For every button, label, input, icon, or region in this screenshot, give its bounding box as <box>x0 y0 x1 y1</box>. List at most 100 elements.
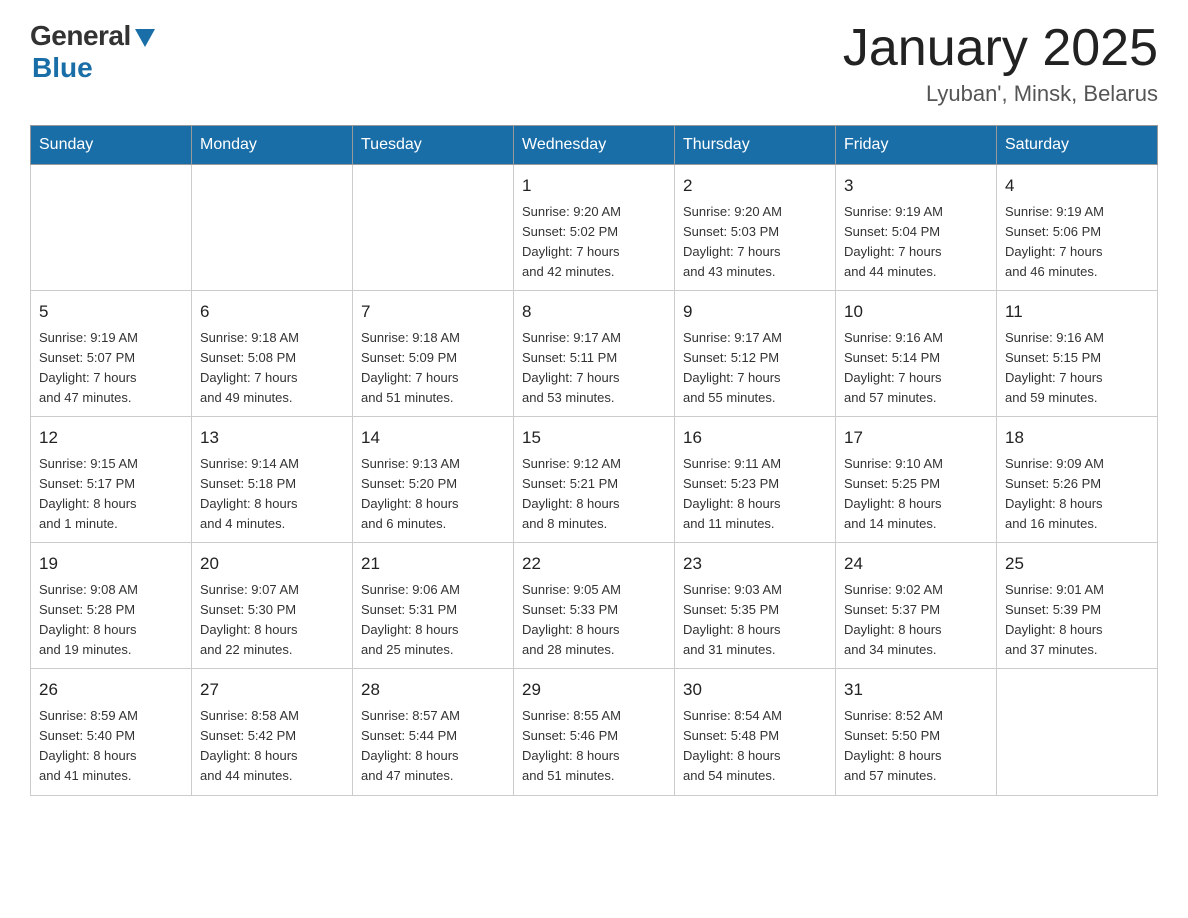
day-number: 7 <box>361 299 505 325</box>
day-info: Sunrise: 9:05 AMSunset: 5:33 PMDaylight:… <box>522 580 666 661</box>
day-number: 15 <box>522 425 666 451</box>
day-number: 14 <box>361 425 505 451</box>
day-info: Sunrise: 9:16 AMSunset: 5:14 PMDaylight:… <box>844 328 988 409</box>
day-number: 13 <box>200 425 344 451</box>
day-number: 21 <box>361 551 505 577</box>
day-info: Sunrise: 9:17 AMSunset: 5:12 PMDaylight:… <box>683 328 827 409</box>
calendar-cell <box>192 165 353 291</box>
day-info: Sunrise: 9:01 AMSunset: 5:39 PMDaylight:… <box>1005 580 1149 661</box>
day-info: Sunrise: 9:06 AMSunset: 5:31 PMDaylight:… <box>361 580 505 661</box>
day-info: Sunrise: 9:08 AMSunset: 5:28 PMDaylight:… <box>39 580 183 661</box>
calendar-cell: 28Sunrise: 8:57 AMSunset: 5:44 PMDayligh… <box>353 669 514 795</box>
day-number: 24 <box>844 551 988 577</box>
calendar-cell: 29Sunrise: 8:55 AMSunset: 5:46 PMDayligh… <box>514 669 675 795</box>
calendar-cell: 27Sunrise: 8:58 AMSunset: 5:42 PMDayligh… <box>192 669 353 795</box>
day-number: 22 <box>522 551 666 577</box>
day-number: 6 <box>200 299 344 325</box>
location-title: Lyuban', Minsk, Belarus <box>843 81 1158 107</box>
logo-triangle-icon <box>135 29 155 47</box>
weekday-header-wednesday: Wednesday <box>514 126 675 165</box>
logo-blue-text: Blue <box>32 52 93 84</box>
day-number: 23 <box>683 551 827 577</box>
day-info: Sunrise: 9:18 AMSunset: 5:08 PMDaylight:… <box>200 328 344 409</box>
day-info: Sunrise: 9:17 AMSunset: 5:11 PMDaylight:… <box>522 328 666 409</box>
day-number: 30 <box>683 677 827 703</box>
week-row-4: 19 Sunrise: 9:08 AMSunset: 5:28 PMDayligh… <box>31 543 1158 669</box>
calendar-cell: 11 Sunrise: 9:16 AMSunset: 5:15 PMDayligh… <box>997 291 1158 417</box>
day-info: Sunrise: 9:13 AMSunset: 5:20 PMDaylight:… <box>361 454 505 535</box>
day-info: Sunrise: 9:14 AMSunset: 5:18 PMDaylight:… <box>200 454 344 535</box>
calendar-cell: 30 Sunrise: 8:54 AMSunset: 5:48 PMDayligh… <box>675 669 836 795</box>
weekday-header-row: SundayMondayTuesdayWednesdayThursdayFrid… <box>31 126 1158 165</box>
week-row-5: 26 Sunrise: 8:59 AMSunset: 5:40 PMDayligh… <box>31 669 1158 795</box>
day-number: 5 <box>39 299 183 325</box>
calendar-cell <box>31 165 192 291</box>
day-info: Sunrise: 9:11 AMSunset: 5:23 PMDaylight:… <box>683 454 827 535</box>
calendar-cell: 10 Sunrise: 9:16 AMSunset: 5:14 PMDayligh… <box>836 291 997 417</box>
day-number: 27 <box>200 677 344 703</box>
calendar-cell: 4Sunrise: 9:19 AMSunset: 5:06 PMDaylight… <box>997 165 1158 291</box>
week-row-2: 5Sunrise: 9:19 AMSunset: 5:07 PMDaylight… <box>31 291 1158 417</box>
day-info: Sunrise: 9:18 AMSunset: 5:09 PMDaylight:… <box>361 328 505 409</box>
calendar-cell: 3Sunrise: 9:19 AMSunset: 5:04 PMDaylight… <box>836 165 997 291</box>
day-number: 16 <box>683 425 827 451</box>
day-number: 17 <box>844 425 988 451</box>
day-info: Sunrise: 8:55 AMSunset: 5:46 PMDaylight:… <box>522 706 666 787</box>
day-number: 11 <box>1005 299 1149 325</box>
calendar-cell: 5Sunrise: 9:19 AMSunset: 5:07 PMDaylight… <box>31 291 192 417</box>
day-info: Sunrise: 9:03 AMSunset: 5:35 PMDaylight:… <box>683 580 827 661</box>
calendar-cell: 6 Sunrise: 9:18 AMSunset: 5:08 PMDaylight… <box>192 291 353 417</box>
day-number: 12 <box>39 425 183 451</box>
calendar-cell: 16 Sunrise: 9:11 AMSunset: 5:23 PMDayligh… <box>675 417 836 543</box>
day-number: 31 <box>844 677 988 703</box>
calendar-cell: 26 Sunrise: 8:59 AMSunset: 5:40 PMDayligh… <box>31 669 192 795</box>
calendar-cell: 14 Sunrise: 9:13 AMSunset: 5:20 PMDayligh… <box>353 417 514 543</box>
calendar-cell: 18 Sunrise: 9:09 AMSunset: 5:26 PMDayligh… <box>997 417 1158 543</box>
day-info: Sunrise: 8:59 AMSunset: 5:40 PMDaylight:… <box>39 706 183 787</box>
calendar-cell: 9 Sunrise: 9:17 AMSunset: 5:12 PMDaylight… <box>675 291 836 417</box>
day-number: 19 <box>39 551 183 577</box>
calendar-cell: 7 Sunrise: 9:18 AMSunset: 5:09 PMDaylight… <box>353 291 514 417</box>
day-info: Sunrise: 9:12 AMSunset: 5:21 PMDaylight:… <box>522 454 666 535</box>
day-number: 18 <box>1005 425 1149 451</box>
weekday-header-tuesday: Tuesday <box>353 126 514 165</box>
day-number: 9 <box>683 299 827 325</box>
day-info: Sunrise: 9:19 AMSunset: 5:04 PMDaylight:… <box>844 202 988 283</box>
week-row-3: 12 Sunrise: 9:15 AMSunset: 5:17 PMDayligh… <box>31 417 1158 543</box>
weekday-header-saturday: Saturday <box>997 126 1158 165</box>
day-number: 25 <box>1005 551 1149 577</box>
calendar-cell <box>997 669 1158 795</box>
calendar-cell: 21 Sunrise: 9:06 AMSunset: 5:31 PMDayligh… <box>353 543 514 669</box>
day-info: Sunrise: 9:09 AMSunset: 5:26 PMDaylight:… <box>1005 454 1149 535</box>
calendar-cell: 22 Sunrise: 9:05 AMSunset: 5:33 PMDayligh… <box>514 543 675 669</box>
day-info: Sunrise: 8:54 AMSunset: 5:48 PMDaylight:… <box>683 706 827 787</box>
page-header: General Blue January 2025 Lyuban', Minsk… <box>30 20 1158 107</box>
day-info: Sunrise: 9:02 AMSunset: 5:37 PMDaylight:… <box>844 580 988 661</box>
calendar-cell: 17 Sunrise: 9:10 AMSunset: 5:25 PMDayligh… <box>836 417 997 543</box>
day-number: 8 <box>522 299 666 325</box>
calendar-cell: 23 Sunrise: 9:03 AMSunset: 5:35 PMDayligh… <box>675 543 836 669</box>
day-info: Sunrise: 9:10 AMSunset: 5:25 PMDaylight:… <box>844 454 988 535</box>
calendar-table: SundayMondayTuesdayWednesdayThursdayFrid… <box>30 125 1158 795</box>
month-title: January 2025 <box>843 20 1158 77</box>
day-info: Sunrise: 8:57 AMSunset: 5:44 PMDaylight:… <box>361 706 505 787</box>
day-info: Sunrise: 9:15 AMSunset: 5:17 PMDaylight:… <box>39 454 183 535</box>
calendar-cell: 19 Sunrise: 9:08 AMSunset: 5:28 PMDayligh… <box>31 543 192 669</box>
calendar-cell: 8 Sunrise: 9:17 AMSunset: 5:11 PMDaylight… <box>514 291 675 417</box>
day-info: Sunrise: 9:20 AMSunset: 5:02 PMDaylight:… <box>522 202 666 283</box>
calendar-cell: 24 Sunrise: 9:02 AMSunset: 5:37 PMDayligh… <box>836 543 997 669</box>
calendar-cell <box>353 165 514 291</box>
weekday-header-friday: Friday <box>836 126 997 165</box>
calendar-cell: 13 Sunrise: 9:14 AMSunset: 5:18 PMDayligh… <box>192 417 353 543</box>
calendar-cell: 1Sunrise: 9:20 AMSunset: 5:02 PMDaylight… <box>514 165 675 291</box>
logo-general-text: General <box>30 20 131 52</box>
day-number: 10 <box>844 299 988 325</box>
day-info: Sunrise: 9:20 AMSunset: 5:03 PMDaylight:… <box>683 202 827 283</box>
day-number: 20 <box>200 551 344 577</box>
day-info: Sunrise: 9:16 AMSunset: 5:15 PMDaylight:… <box>1005 328 1149 409</box>
calendar-cell: 25 Sunrise: 9:01 AMSunset: 5:39 PMDayligh… <box>997 543 1158 669</box>
calendar-cell: 20Sunrise: 9:07 AMSunset: 5:30 PMDayligh… <box>192 543 353 669</box>
day-number: 2 <box>683 173 827 199</box>
week-row-1: 1Sunrise: 9:20 AMSunset: 5:02 PMDaylight… <box>31 165 1158 291</box>
day-number: 26 <box>39 677 183 703</box>
